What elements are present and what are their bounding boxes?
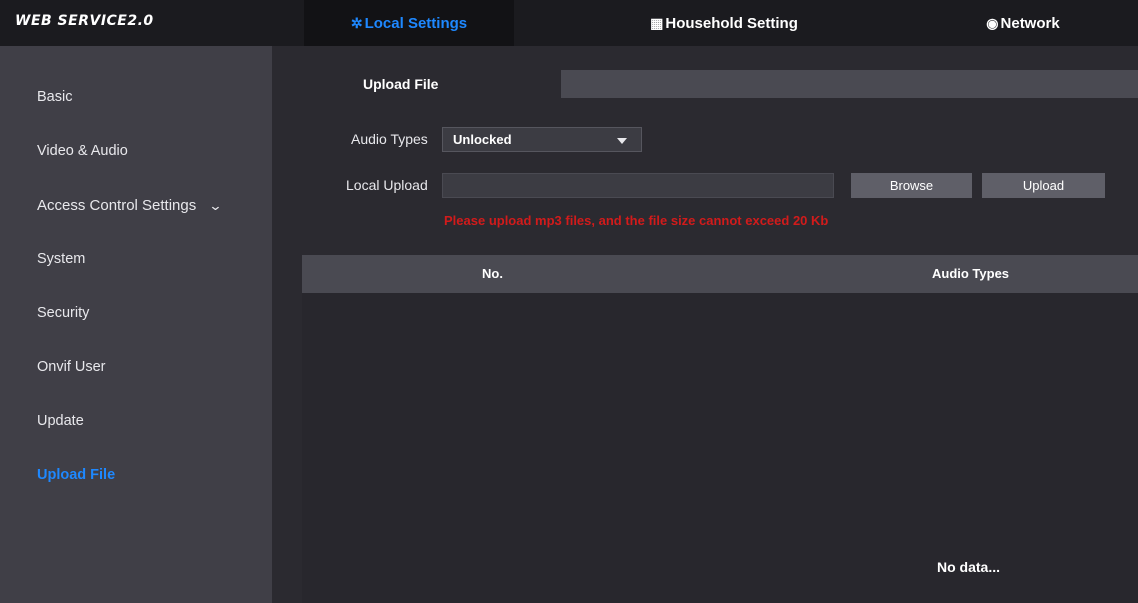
- audio-types-label: Audio Types: [351, 131, 428, 147]
- sidebar-item-system[interactable]: System: [37, 251, 85, 267]
- sidebar-item-update[interactable]: Update: [37, 413, 84, 429]
- browse-button[interactable]: Browse: [851, 173, 972, 198]
- empty-table-text: No data...: [937, 559, 1001, 575]
- upload-warning-text: Please upload mp3 files, and the file si…: [444, 213, 829, 228]
- sidebar-item-access-control-settings[interactable]: Access Control Settings ⌄: [37, 197, 223, 214]
- globe-icon: ◉: [986, 14, 999, 31]
- nav-local-settings-label: Local Settings: [364, 14, 468, 32]
- column-header-audio-types: Audio Types: [932, 266, 1010, 281]
- nav-household-setting-label: Household Setting: [665, 14, 798, 32]
- sidebar-item-security[interactable]: Security: [37, 305, 89, 321]
- top-bar: WEB SERVICE2.0 ✲ Local Settings ▦ Househ…: [0, 0, 1138, 46]
- tab-upload-file[interactable]: Upload File: [272, 70, 561, 98]
- main-panel: Upload File Audio Types Unlocked Local U…: [272, 46, 1138, 603]
- chevron-down-icon: ⌄: [208, 198, 223, 213]
- caret-down-icon: [617, 138, 627, 144]
- audio-types-select[interactable]: Unlocked: [442, 127, 642, 152]
- audio-file-table: No. Audio Types No data...: [302, 255, 1138, 603]
- gear-icon: ✲: [350, 14, 363, 31]
- sidebar: Basic Video & Audio Access Control Setti…: [0, 46, 272, 603]
- column-header-no: No.: [482, 266, 503, 281]
- sidebar-item-video-audio[interactable]: Video & Audio: [37, 143, 128, 159]
- nav-network-label: Network: [1000, 14, 1060, 32]
- upload-button[interactable]: Upload: [982, 173, 1105, 198]
- app-logo: WEB SERVICE2.0: [15, 13, 154, 29]
- local-upload-field[interactable]: [442, 173, 834, 198]
- nav-network[interactable]: ◉ Network: [958, 0, 1088, 46]
- nav-household-setting[interactable]: ▦ Household Setting: [614, 0, 834, 46]
- sidebar-item-upload-file[interactable]: Upload File: [37, 467, 115, 483]
- local-upload-label: Local Upload: [346, 177, 428, 193]
- nav-local-settings[interactable]: ✲ Local Settings: [304, 0, 514, 46]
- sidebar-item-label: Access Control Settings: [37, 197, 197, 214]
- building-icon: ▦: [650, 14, 664, 31]
- sidebar-item-basic[interactable]: Basic: [37, 89, 72, 105]
- table-header: No. Audio Types: [302, 255, 1138, 293]
- sidebar-item-onvif-user[interactable]: Onvif User: [37, 359, 106, 375]
- audio-types-selected-value: Unlocked: [453, 132, 512, 147]
